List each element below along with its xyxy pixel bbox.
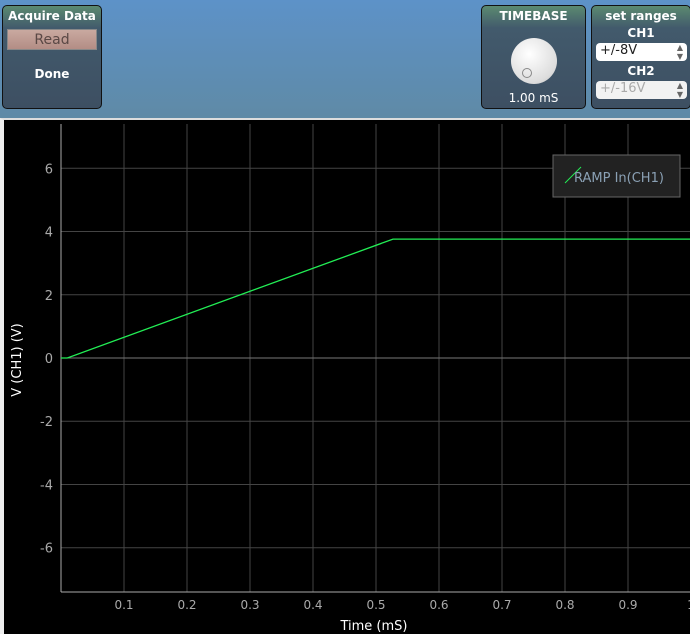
y-tick-label: 4 <box>45 226 53 241</box>
ranges-panel: set ranges CH1 +/-8V ▲ ▼ CH2 +/-16V ▲ ▼ <box>591 5 690 109</box>
spin-arrows-icon: ▲ ▼ <box>676 81 683 99</box>
x-tick-label: 0.5 <box>366 598 385 612</box>
x-tick-label: 0.2 <box>177 598 196 612</box>
timebase-value: 1.00 mS <box>508 91 559 105</box>
y-tick-label: -4 <box>40 478 53 493</box>
ch1-range-select[interactable]: +/-8V ▲ ▼ <box>596 43 687 61</box>
y-tick-label: 2 <box>45 289 53 304</box>
timebase-title: TIMEBASE <box>499 9 568 23</box>
acquire-title: Acquire Data <box>8 9 96 23</box>
x-tick-label: 0.4 <box>303 598 322 612</box>
knob-indicator-icon <box>522 68 532 78</box>
x-tick-label: 0.7 <box>492 598 511 612</box>
read-button[interactable]: Read <box>7 29 97 50</box>
plot-area[interactable]: V (CH1) (V) Time (mS) 0.1 0.2 0.3 0.4 0.5 0.6… <box>0 118 690 634</box>
x-axis-label: Time (mS) <box>339 619 407 634</box>
y-tick-label: 6 <box>45 162 53 177</box>
ch1-label: CH1 <box>627 26 655 40</box>
x-tick-label: 0.9 <box>618 598 637 612</box>
ranges-title: set ranges <box>605 9 677 23</box>
acquire-data-panel: Acquire Data Read Done <box>2 5 102 109</box>
x-tick-label: 0.8 <box>555 598 574 612</box>
spin-arrows-icon: ▲ ▼ <box>676 43 683 61</box>
y-axis-label: V (CH1) (V) <box>10 323 25 396</box>
x-tick-label: 0.6 <box>429 598 448 612</box>
y-tick-label: -2 <box>40 415 53 430</box>
x-tick-label: 0.1 <box>114 598 133 612</box>
ch2-range-select: +/-16V ▲ ▼ <box>596 81 687 99</box>
chart: V (CH1) (V) Time (mS) 0.1 0.2 0.3 0.4 0.5 0.6… <box>10 124 690 634</box>
ch2-label: CH2 <box>627 64 655 78</box>
y-tick-label: -6 <box>40 542 53 557</box>
timebase-knob[interactable] <box>511 38 557 84</box>
x-tick-label: 0.3 <box>240 598 259 612</box>
timebase-panel: TIMEBASE 1.00 mS <box>481 5 586 109</box>
ch2-range-value: +/-16V <box>600 81 646 96</box>
legend-entry: RAMP In(CH1) <box>574 171 664 186</box>
ch1-range-value: +/-8V <box>600 43 638 58</box>
y-tick-label: 0 <box>45 352 53 367</box>
acquire-status: Done <box>34 67 70 81</box>
